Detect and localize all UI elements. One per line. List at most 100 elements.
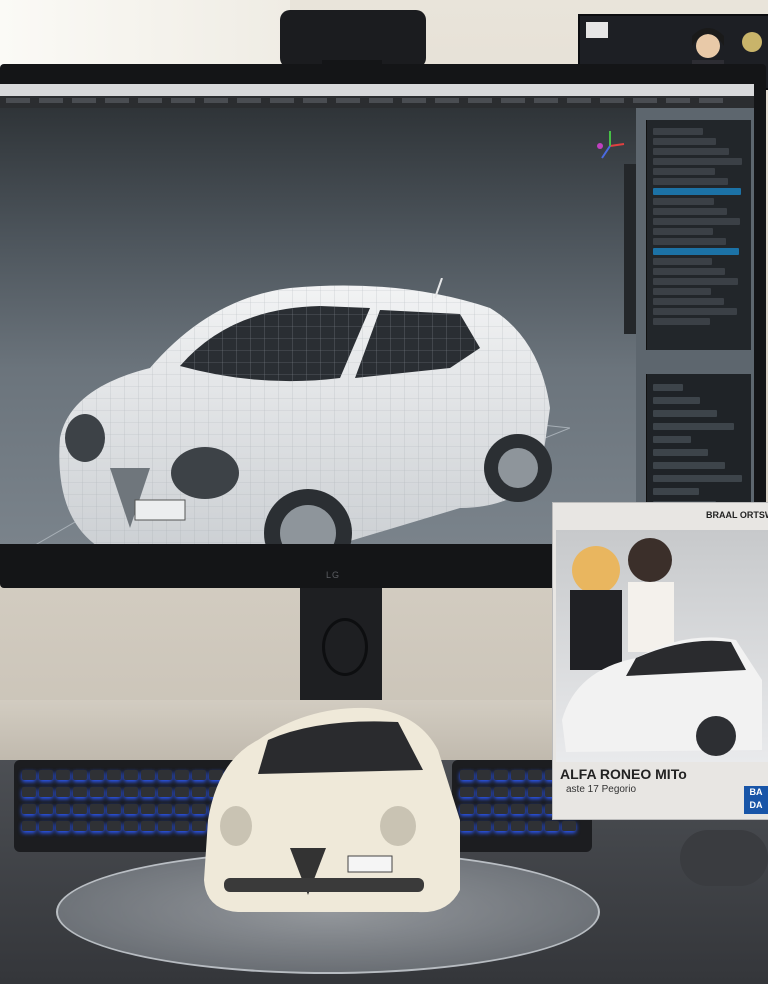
axis-gizmo-icon[interactable] [592, 128, 628, 164]
menu-item[interactable] [39, 98, 63, 103]
keyboard-key[interactable] [90, 804, 104, 814]
keyboard-key[interactable] [124, 787, 138, 797]
keyboard-key[interactable] [22, 821, 36, 831]
property-row[interactable] [653, 449, 708, 456]
outliner-row[interactable] [653, 318, 710, 325]
keyboard-key[interactable] [477, 787, 491, 797]
keyboard-key[interactable] [56, 770, 70, 780]
outliner-row[interactable] [653, 288, 711, 295]
keyboard-key[interactable] [73, 787, 87, 797]
keyboard-key[interactable] [141, 787, 155, 797]
outliner-row[interactable] [653, 218, 740, 225]
keyboard-key[interactable] [175, 804, 189, 814]
menu-item[interactable] [237, 98, 261, 103]
keyboard-key[interactable] [528, 821, 542, 831]
outliner-row[interactable] [653, 168, 715, 175]
outliner-row[interactable] [653, 198, 714, 205]
property-row[interactable] [653, 410, 717, 417]
keyboard-key[interactable] [511, 821, 525, 831]
keyboard-key[interactable] [56, 787, 70, 797]
menu-item[interactable] [171, 98, 195, 103]
outliner-row[interactable] [653, 128, 703, 135]
outliner-row[interactable] [653, 188, 741, 195]
outliner-row[interactable] [653, 158, 742, 165]
menu-item[interactable] [600, 98, 624, 103]
keyboard-key[interactable] [141, 804, 155, 814]
outliner-row[interactable] [653, 298, 724, 305]
keyboard-key[interactable] [158, 821, 172, 831]
keyboard-key[interactable] [511, 787, 525, 797]
property-row[interactable] [653, 475, 742, 482]
menu-item[interactable] [435, 98, 459, 103]
keyboard-key[interactable] [124, 804, 138, 814]
keyboard-key[interactable] [107, 821, 121, 831]
keyboard-key[interactable] [90, 770, 104, 780]
keyboard-key[interactable] [73, 821, 87, 831]
menu-item[interactable] [699, 98, 723, 103]
keyboard-key[interactable] [73, 804, 87, 814]
keyboard-key[interactable] [511, 804, 525, 814]
keyboard-key[interactable] [545, 821, 559, 831]
property-row[interactable] [653, 436, 691, 443]
menu-item[interactable] [468, 98, 492, 103]
keyboard-key[interactable] [90, 787, 104, 797]
outliner-row[interactable] [653, 148, 729, 155]
keyboard-key[interactable] [158, 787, 172, 797]
menu-item[interactable] [666, 98, 690, 103]
outliner-row[interactable] [653, 238, 726, 245]
outliner-row[interactable] [653, 268, 725, 275]
keyboard-key[interactable] [56, 804, 70, 814]
menu-item[interactable] [336, 98, 360, 103]
computer-mouse[interactable] [680, 830, 768, 886]
menu-item[interactable] [303, 98, 327, 103]
keyboard-key[interactable] [56, 821, 70, 831]
menu-item[interactable] [204, 98, 228, 103]
keyboard-key[interactable] [477, 770, 491, 780]
keyboard-key[interactable] [494, 821, 508, 831]
keyboard-key[interactable] [124, 821, 138, 831]
keyboard-key[interactable] [107, 787, 121, 797]
outliner-row[interactable] [653, 228, 713, 235]
property-row[interactable] [653, 384, 683, 391]
menu-item[interactable] [567, 98, 591, 103]
keyboard-key[interactable] [39, 804, 53, 814]
keyboard-key[interactable] [511, 770, 525, 780]
keyboard-key[interactable] [528, 787, 542, 797]
outliner-row[interactable] [653, 178, 728, 185]
keyboard-key[interactable] [39, 821, 53, 831]
menu-item[interactable] [501, 98, 525, 103]
menu-item[interactable] [138, 98, 162, 103]
keyboard-key[interactable] [22, 770, 36, 780]
keyboard-key[interactable] [39, 787, 53, 797]
outliner-row[interactable] [653, 258, 712, 265]
keyboard-key[interactable] [494, 787, 508, 797]
keyboard-key[interactable] [141, 770, 155, 780]
keyboard-key[interactable] [124, 770, 138, 780]
keyboard-key[interactable] [90, 821, 104, 831]
outliner-row[interactable] [653, 308, 737, 315]
keyboard-key[interactable] [494, 770, 508, 780]
outliner-row[interactable] [653, 138, 716, 145]
keyboard-key[interactable] [175, 787, 189, 797]
menu-item[interactable] [6, 98, 30, 103]
keyboard-key[interactable] [22, 804, 36, 814]
menu-item[interactable] [633, 98, 657, 103]
keyboard-key[interactable] [477, 821, 491, 831]
menu-item[interactable] [105, 98, 129, 103]
property-row[interactable] [653, 423, 734, 430]
keyboard-key[interactable] [494, 804, 508, 814]
menu-item[interactable] [369, 98, 393, 103]
scene-outliner-panel[interactable] [646, 120, 751, 350]
keyboard-key[interactable] [22, 787, 36, 797]
keyboard-key[interactable] [107, 770, 121, 780]
outliner-row[interactable] [653, 278, 738, 285]
keyboard-key[interactable] [158, 804, 172, 814]
keyboard-key[interactable] [39, 770, 53, 780]
property-row[interactable] [653, 462, 725, 469]
keyboard-key[interactable] [528, 804, 542, 814]
menu-item[interactable] [72, 98, 96, 103]
keyboard-key[interactable] [477, 804, 491, 814]
keyboard-key[interactable] [528, 770, 542, 780]
keyboard-key[interactable] [141, 821, 155, 831]
menu-item[interactable] [270, 98, 294, 103]
